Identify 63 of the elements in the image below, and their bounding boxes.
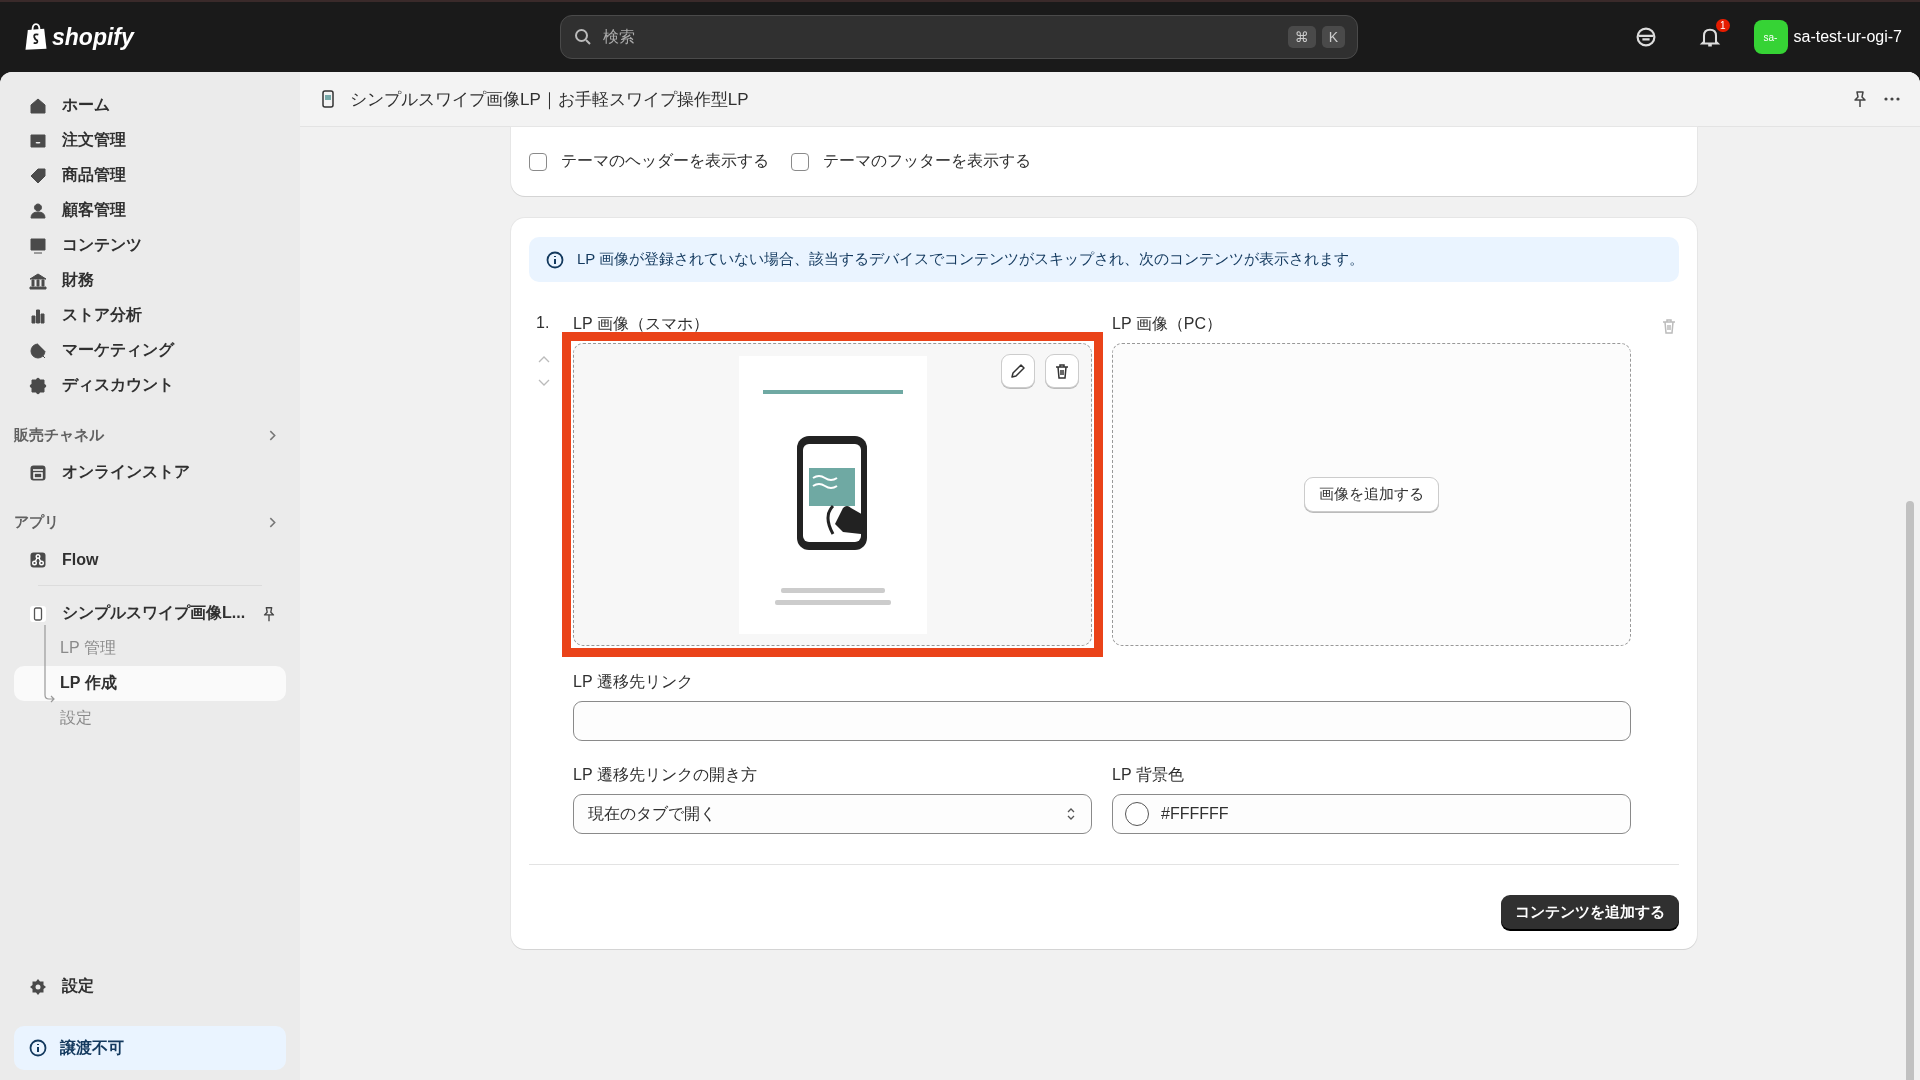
sidebar-item[interactable]: ストア分析 (14, 298, 286, 333)
phone-icon (28, 603, 48, 624)
sidebar-item[interactable]: 顧客管理 (14, 193, 286, 228)
info-icon (28, 1038, 48, 1058)
sidebar-item[interactable]: 設定 (14, 969, 286, 1004)
add-content-button[interactable]: コンテンツを追加する (1501, 895, 1679, 929)
field-label: LP 遷移先リンクの開き方 (573, 765, 758, 785)
field-label: LP 背景色 (1112, 765, 1185, 785)
section-title: アプリ (14, 512, 59, 532)
info-text: LP 画像が登録されていない場合、該当するデバイスでコンテンツがスキップされ、次のコンテンツが表示されます。 (577, 250, 1365, 269)
sidebar-subitem[interactable]: LP 作成 (14, 666, 286, 701)
shortcut-key: ⌘ (1287, 26, 1316, 48)
item-number: 1. (536, 314, 550, 332)
store-name[interactable]: sa-test-ur-ogi-7 (1793, 28, 1902, 46)
image-icon (28, 235, 48, 256)
tag-icon (28, 165, 48, 186)
sidebar-item[interactable]: ホーム (14, 88, 286, 123)
checkbox[interactable] (529, 152, 547, 171)
checkbox[interactable] (791, 152, 809, 171)
pencil-icon (1008, 361, 1028, 381)
add-image-button[interactable]: 画像を追加する (1304, 477, 1439, 512)
sidebar-item[interactable]: マーケティング (14, 333, 286, 368)
link-input[interactable] (573, 701, 1631, 741)
notice-banner[interactable]: 譲渡不可 (14, 1026, 286, 1070)
image-dropzone[interactable]: 画像を追加する (1112, 343, 1631, 646)
sidebar-item[interactable]: Flow (14, 542, 286, 577)
discount-icon (28, 375, 48, 396)
chevron-up-down-icon (1065, 806, 1077, 822)
sidebar-item[interactable]: 商品管理 (14, 158, 286, 193)
field-label: LP 画像（PC） (1112, 314, 1223, 334)
sidebar-item[interactable]: オンラインストア (14, 455, 286, 490)
field-label: LP 画像（スマホ） (573, 314, 710, 334)
shopping-bag-icon[interactable] (24, 23, 48, 51)
sidebar-item[interactable]: シンプルスワイプ画像L... (14, 596, 286, 631)
edit-button[interactable] (1001, 354, 1035, 388)
chevron-right-icon[interactable] (267, 429, 278, 441)
section-title: 販売チャネル (14, 425, 104, 445)
search-icon (573, 27, 593, 47)
chevron-right-icon[interactable] (267, 516, 278, 528)
logo-text[interactable]: shopify (52, 23, 134, 51)
checkbox-label[interactable]: テーマのフッターを表示する (823, 151, 1031, 172)
field-label: LP 遷移先リンク (573, 672, 694, 692)
chevron-up-icon[interactable] (537, 354, 551, 364)
notice-text: 譲渡不可 (60, 1037, 124, 1058)
notification-badge: 1 (1715, 19, 1730, 32)
info-icon (545, 249, 565, 270)
shortcut-key: K (1321, 26, 1345, 48)
chevron-down-icon[interactable] (537, 378, 551, 388)
open-mode-select[interactable]: 現在のタブで開く (573, 794, 1092, 834)
person-icon (28, 200, 48, 221)
search-bar[interactable]: 検索 ⌘ K (560, 15, 1358, 59)
color-value[interactable]: #FFFFFF (1161, 805, 1229, 823)
sidebar-item[interactable]: ディスカウント (14, 368, 286, 403)
delete-button[interactable] (1045, 354, 1079, 388)
page-title: シンプルスワイプ画像LP｜お手軽スワイプ操作型LP (350, 88, 749, 111)
sidebar-item[interactable]: 注文管理 (14, 123, 286, 158)
color-field[interactable]: #FFFFFF (1112, 794, 1631, 834)
scrollbar[interactable] (1906, 501, 1914, 1080)
checkbox-label[interactable]: テーマのヘッダーを表示する (561, 151, 769, 172)
sidebar-item[interactable]: コンテンツ (14, 228, 286, 263)
color-swatch[interactable] (1125, 802, 1149, 826)
sidebar-item[interactable]: 財務 (14, 263, 286, 298)
search-field[interactable]: 検索 (601, 27, 1280, 47)
